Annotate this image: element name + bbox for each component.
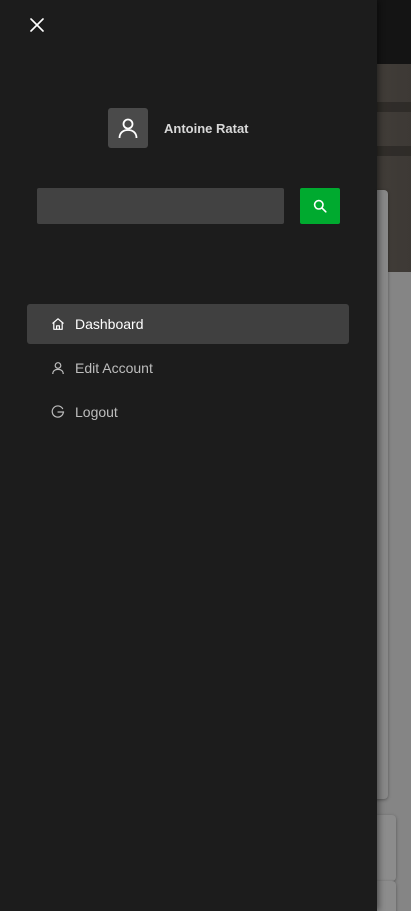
user-profile: Antoine Ratat [108, 108, 249, 148]
avatar [108, 108, 148, 148]
sidebar-nav: Dashboard Edit Account Logout [27, 304, 349, 436]
nav-item-label: Logout [75, 404, 118, 420]
search-input[interactable] [37, 188, 284, 224]
user-icon [118, 118, 138, 139]
nav-item-edit-account[interactable]: Edit Account [27, 348, 349, 388]
user-name: Antoine Ratat [164, 120, 249, 136]
user-icon [50, 360, 66, 376]
search-button[interactable] [300, 188, 340, 224]
search-icon [313, 199, 327, 213]
home-icon [50, 316, 66, 332]
navigation-drawer: Antoine Ratat Dashboard Edit Account Log… [0, 0, 377, 911]
logout-icon [50, 404, 66, 420]
nav-item-dashboard[interactable]: Dashboard [27, 304, 349, 344]
nav-item-label: Dashboard [75, 316, 144, 332]
close-icon [30, 18, 44, 32]
nav-item-logout[interactable]: Logout [27, 392, 349, 432]
close-drawer-button[interactable] [24, 12, 50, 38]
nav-item-label: Edit Account [75, 360, 153, 376]
